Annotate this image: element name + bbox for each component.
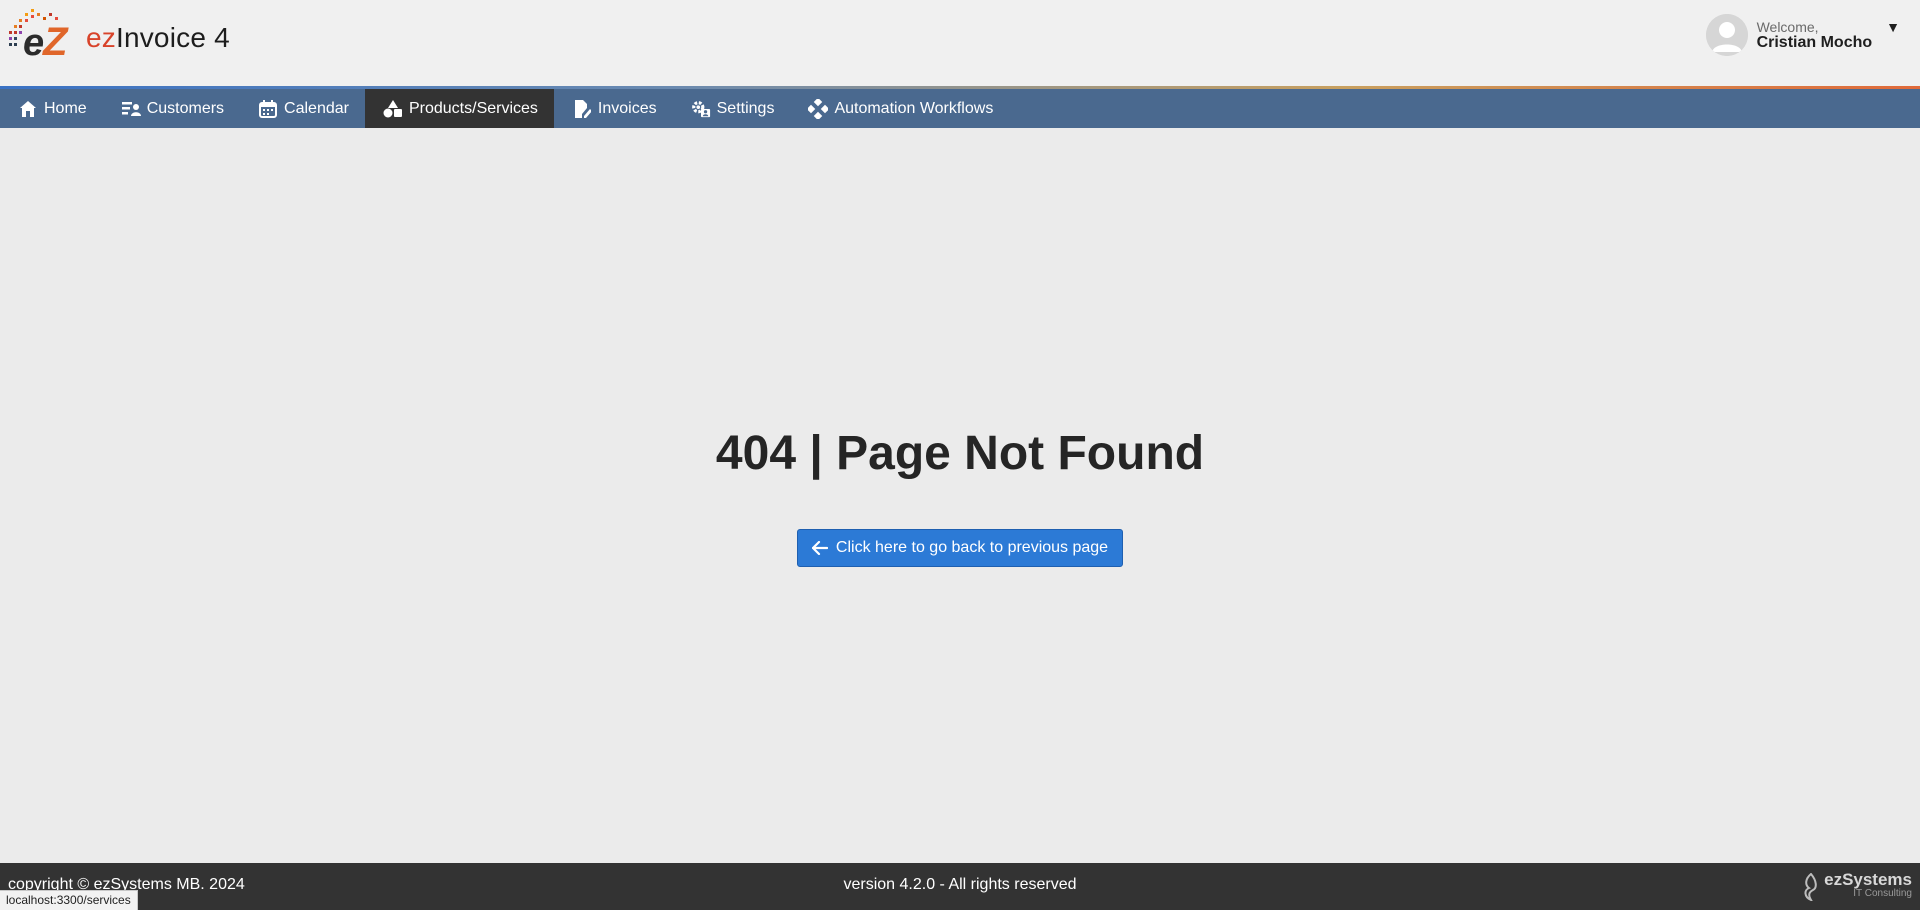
nav-label-invoices: Invoices bbox=[597, 99, 657, 117]
ezsystems-logo[interactable]: ezSystems IT Consulting bbox=[1802, 870, 1912, 902]
ezsystems-logo-sub: IT Consulting bbox=[1853, 888, 1912, 899]
version-text: version 4.2.0 - All rights reserved bbox=[843, 876, 1077, 893]
back-button[interactable]: Click here to go back to previous page bbox=[797, 529, 1123, 567]
settings-gear-icon bbox=[691, 99, 711, 119]
caret-down-icon[interactable]: ▼ bbox=[1886, 19, 1900, 35]
nav-label-settings: Settings bbox=[716, 99, 775, 117]
nav-item-customers[interactable]: Customers bbox=[103, 89, 240, 128]
home-icon bbox=[18, 99, 38, 119]
nav-item-calendar[interactable]: Calendar bbox=[240, 89, 365, 128]
nav-item-automation-workflows[interactable]: Automation Workflows bbox=[790, 89, 1009, 128]
app-header: e Z ezInvoice 4 Welcome, Cristian Mocho … bbox=[0, 0, 1920, 86]
app-title-suffix: Invoice 4 bbox=[115, 22, 230, 53]
ezsystems-logo-icon bbox=[1804, 873, 1817, 901]
nav-label-customers: Customers bbox=[146, 99, 225, 117]
main-content: 404 | Page Not Found Click here to go ba… bbox=[0, 128, 1920, 863]
nav-item-settings[interactable]: Settings bbox=[673, 89, 791, 128]
footer: copyright © ezSystems MB. 2024 version 4… bbox=[0, 863, 1920, 910]
status-bar-url: localhost:3300/services bbox=[0, 890, 138, 910]
back-button-label: Click here to go back to previous page bbox=[835, 539, 1109, 556]
invoice-edit-icon bbox=[572, 99, 592, 119]
user-menu[interactable]: Welcome, Cristian Mocho ▼ bbox=[1705, 14, 1900, 56]
nav-item-invoices[interactable]: Invoices bbox=[554, 89, 673, 128]
ezinvoice-logo-icon[interactable]: e Z bbox=[9, 9, 79, 64]
customers-icon bbox=[121, 99, 141, 119]
svg-text:e: e bbox=[23, 22, 44, 59]
welcome-label: Welcome, bbox=[1756, 19, 1819, 35]
nav-label-home: Home bbox=[44, 99, 87, 117]
nav-label-products-services: Products/Services bbox=[408, 99, 538, 117]
user-text: Welcome, Cristian Mocho bbox=[1757, 19, 1873, 51]
avatar-icon bbox=[1705, 14, 1748, 56]
nav-label-automation-workflows: Automation Workflows bbox=[834, 99, 994, 117]
nav-item-products-services[interactable]: Products/Services bbox=[364, 89, 554, 128]
app-title: ezInvoice 4 bbox=[86, 22, 230, 54]
main-nav: Home Customers Calendar Products/Service… bbox=[0, 89, 1920, 128]
nav-label-calendar: Calendar bbox=[284, 99, 349, 117]
user-name: Cristian Mocho bbox=[1756, 34, 1873, 51]
page-title: 404 | Page Not Found bbox=[715, 427, 1205, 480]
ezsystems-logo-text: ezSystems IT Consulting bbox=[1824, 870, 1912, 901]
nav-item-home[interactable]: Home bbox=[0, 89, 103, 128]
calendar-icon bbox=[258, 99, 278, 119]
svg-text:Z: Z bbox=[42, 20, 69, 59]
workflow-icon bbox=[808, 98, 829, 119]
arrow-left-icon bbox=[811, 541, 828, 555]
ezsystems-logo-main: ezSystems bbox=[1824, 870, 1912, 889]
shapes-icon bbox=[383, 99, 403, 119]
app-title-prefix: ez bbox=[86, 22, 116, 53]
